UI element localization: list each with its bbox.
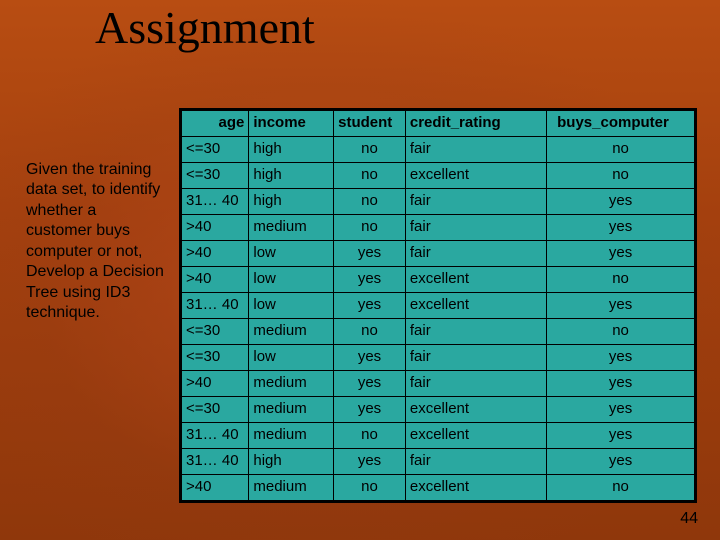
- cell-credit_rating: excellent: [405, 163, 546, 189]
- cell-credit_rating: fair: [405, 189, 546, 215]
- table-header-row: age income student credit_rating buys_co…: [182, 111, 695, 137]
- page-title: Assignment: [95, 1, 315, 54]
- cell-income: high: [249, 449, 334, 475]
- table-row: <=30highnoexcellentno: [182, 163, 695, 189]
- cell-student: no: [334, 475, 406, 501]
- cell-age: <=30: [182, 163, 249, 189]
- col-header-income: income: [249, 111, 334, 137]
- cell-age: 31… 40: [182, 449, 249, 475]
- cell-age: >40: [182, 371, 249, 397]
- cell-income: low: [249, 267, 334, 293]
- cell-buys_computer: yes: [547, 293, 695, 319]
- cell-student: yes: [334, 241, 406, 267]
- cell-income: high: [249, 189, 334, 215]
- cell-income: medium: [249, 215, 334, 241]
- table-row: <=30highnofairno: [182, 137, 695, 163]
- cell-credit_rating: excellent: [405, 423, 546, 449]
- cell-income: high: [249, 163, 334, 189]
- cell-buys_computer: no: [547, 475, 695, 501]
- table-row: >40mediumyesfairyes: [182, 371, 695, 397]
- page-number: 44: [680, 510, 698, 528]
- cell-buys_computer: yes: [547, 345, 695, 371]
- col-header-buys-computer: buys_computer: [547, 111, 695, 137]
- cell-student: no: [334, 215, 406, 241]
- table-row: 31… 40mediumnoexcellentyes: [182, 423, 695, 449]
- cell-income: low: [249, 293, 334, 319]
- cell-student: yes: [334, 267, 406, 293]
- cell-buys_computer: yes: [547, 241, 695, 267]
- cell-income: high: [249, 137, 334, 163]
- cell-credit_rating: fair: [405, 449, 546, 475]
- cell-income: medium: [249, 475, 334, 501]
- cell-buys_computer: no: [547, 163, 695, 189]
- cell-credit_rating: fair: [405, 215, 546, 241]
- cell-buys_computer: yes: [547, 215, 695, 241]
- table-row: 31… 40highnofairyes: [182, 189, 695, 215]
- col-header-credit-rating: credit_rating: [405, 111, 546, 137]
- cell-buys_computer: yes: [547, 189, 695, 215]
- cell-credit_rating: fair: [405, 241, 546, 267]
- table-row: >40mediumnofairyes: [182, 215, 695, 241]
- cell-credit_rating: fair: [405, 319, 546, 345]
- cell-credit_rating: excellent: [405, 475, 546, 501]
- cell-age: >40: [182, 215, 249, 241]
- cell-income: low: [249, 345, 334, 371]
- cell-age: 31… 40: [182, 423, 249, 449]
- cell-buys_computer: yes: [547, 423, 695, 449]
- cell-credit_rating: fair: [405, 137, 546, 163]
- cell-income: medium: [249, 371, 334, 397]
- cell-student: no: [334, 423, 406, 449]
- col-header-student: student: [334, 111, 406, 137]
- cell-credit_rating: excellent: [405, 397, 546, 423]
- cell-age: 31… 40: [182, 189, 249, 215]
- cell-income: medium: [249, 397, 334, 423]
- col-header-age: age: [182, 111, 249, 137]
- slide: Assignment Given the training data set, …: [0, 0, 720, 540]
- table-row: <=30lowyesfairyes: [182, 345, 695, 371]
- cell-credit_rating: fair: [405, 345, 546, 371]
- table-row: >40lowyesexcellentno: [182, 267, 695, 293]
- cell-credit_rating: excellent: [405, 267, 546, 293]
- cell-age: >40: [182, 267, 249, 293]
- cell-income: medium: [249, 319, 334, 345]
- cell-credit_rating: excellent: [405, 293, 546, 319]
- cell-student: no: [334, 189, 406, 215]
- training-data-table: age income student credit_rating buys_co…: [179, 108, 697, 503]
- assignment-description: Given the training data set, to identify…: [26, 160, 166, 324]
- cell-income: medium: [249, 423, 334, 449]
- table-row: 31… 40lowyesexcellentyes: [182, 293, 695, 319]
- cell-buys_computer: yes: [547, 371, 695, 397]
- cell-age: <=30: [182, 397, 249, 423]
- table-row: <=30mediumnofairno: [182, 319, 695, 345]
- cell-student: yes: [334, 345, 406, 371]
- cell-credit_rating: fair: [405, 371, 546, 397]
- cell-age: <=30: [182, 137, 249, 163]
- cell-age: >40: [182, 241, 249, 267]
- cell-student: yes: [334, 397, 406, 423]
- cell-age: <=30: [182, 319, 249, 345]
- table-row: <=30mediumyesexcellentyes: [182, 397, 695, 423]
- cell-buys_computer: no: [547, 137, 695, 163]
- cell-buys_computer: yes: [547, 397, 695, 423]
- cell-age: >40: [182, 475, 249, 501]
- table-row: >40mediumnoexcellentno: [182, 475, 695, 501]
- cell-student: no: [334, 137, 406, 163]
- cell-income: low: [249, 241, 334, 267]
- cell-age: <=30: [182, 345, 249, 371]
- cell-buys_computer: no: [547, 267, 695, 293]
- cell-student: yes: [334, 449, 406, 475]
- cell-student: yes: [334, 293, 406, 319]
- cell-age: 31… 40: [182, 293, 249, 319]
- table-row: >40lowyesfairyes: [182, 241, 695, 267]
- cell-buys_computer: no: [547, 319, 695, 345]
- cell-buys_computer: yes: [547, 449, 695, 475]
- cell-student: yes: [334, 371, 406, 397]
- table-row: 31… 40highyesfairyes: [182, 449, 695, 475]
- cell-student: no: [334, 319, 406, 345]
- cell-student: no: [334, 163, 406, 189]
